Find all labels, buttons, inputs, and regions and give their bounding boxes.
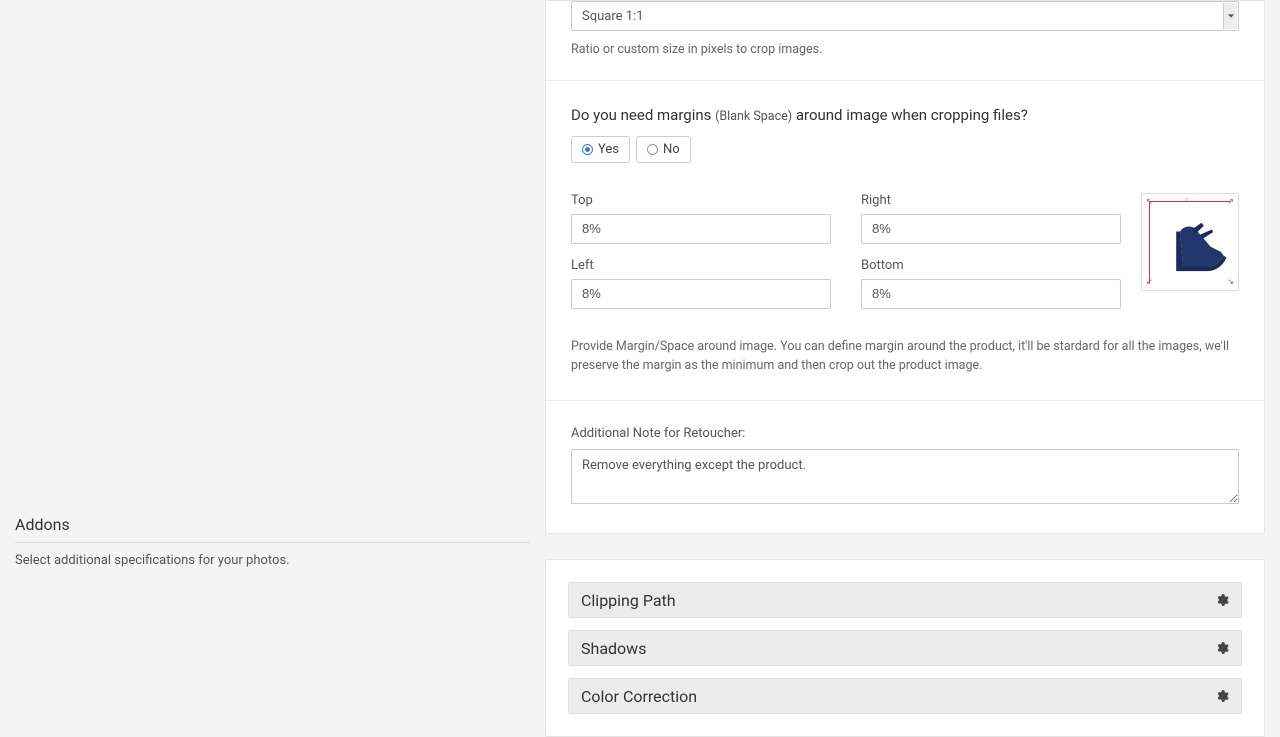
addon-color-correction[interactable]: Color Correction (568, 678, 1242, 714)
shoe-icon (1163, 215, 1229, 281)
margin-bottom-input[interactable] (861, 279, 1121, 309)
margin-left-input[interactable] (571, 279, 831, 309)
margins-no-radio[interactable]: No (636, 136, 691, 163)
margin-right-label: Right (861, 193, 1121, 208)
addon-label: Shadows (581, 639, 646, 658)
margin-top-label: Top (571, 193, 831, 208)
crop-ratio-select[interactable]: Square 1:1 (571, 1, 1239, 31)
margins-help: Provide Margin/Space around image. You c… (571, 338, 1239, 376)
gear-icon (1215, 593, 1229, 607)
margin-bottom-label: Bottom (861, 258, 1121, 273)
gear-icon (1215, 689, 1229, 703)
addons-title: Addons (15, 515, 530, 543)
margins-no-label: No (663, 142, 680, 157)
margin-preview-image: ↖ ↗ ↙ ↘ ↕ (1141, 193, 1239, 291)
crop-ratio-help: Ratio or custom size in pixels to crop i… (571, 41, 1239, 60)
margin-left-label: Left (571, 258, 831, 273)
addon-label: Color Correction (581, 687, 697, 706)
margin-top-input[interactable] (571, 214, 831, 244)
note-textarea[interactable]: Remove everything except the product. (571, 449, 1239, 504)
chevron-down-icon (1223, 3, 1237, 29)
addon-label: Clipping Path (581, 591, 676, 610)
addons-card: Clipping Path Shadows Color Correction (545, 559, 1265, 737)
crop-ratio-value: Square 1:1 (582, 9, 644, 24)
margins-yes-label: Yes (598, 142, 619, 157)
margin-right-input[interactable] (861, 214, 1121, 244)
settings-card: Square 1:1 Ratio or custom size in pixel… (545, 0, 1265, 534)
radio-icon (582, 144, 593, 155)
addon-clipping-path[interactable]: Clipping Path (568, 582, 1242, 618)
addon-shadows[interactable]: Shadows (568, 630, 1242, 666)
addons-subtitle: Select additional specifications for you… (15, 553, 530, 568)
radio-icon (647, 144, 658, 155)
note-label: Additional Note for Retoucher: (571, 426, 1239, 441)
margins-yes-radio[interactable]: Yes (571, 136, 630, 163)
margins-question: Do you need margins (Blank Space) around… (571, 106, 1239, 124)
gear-icon (1215, 641, 1229, 655)
